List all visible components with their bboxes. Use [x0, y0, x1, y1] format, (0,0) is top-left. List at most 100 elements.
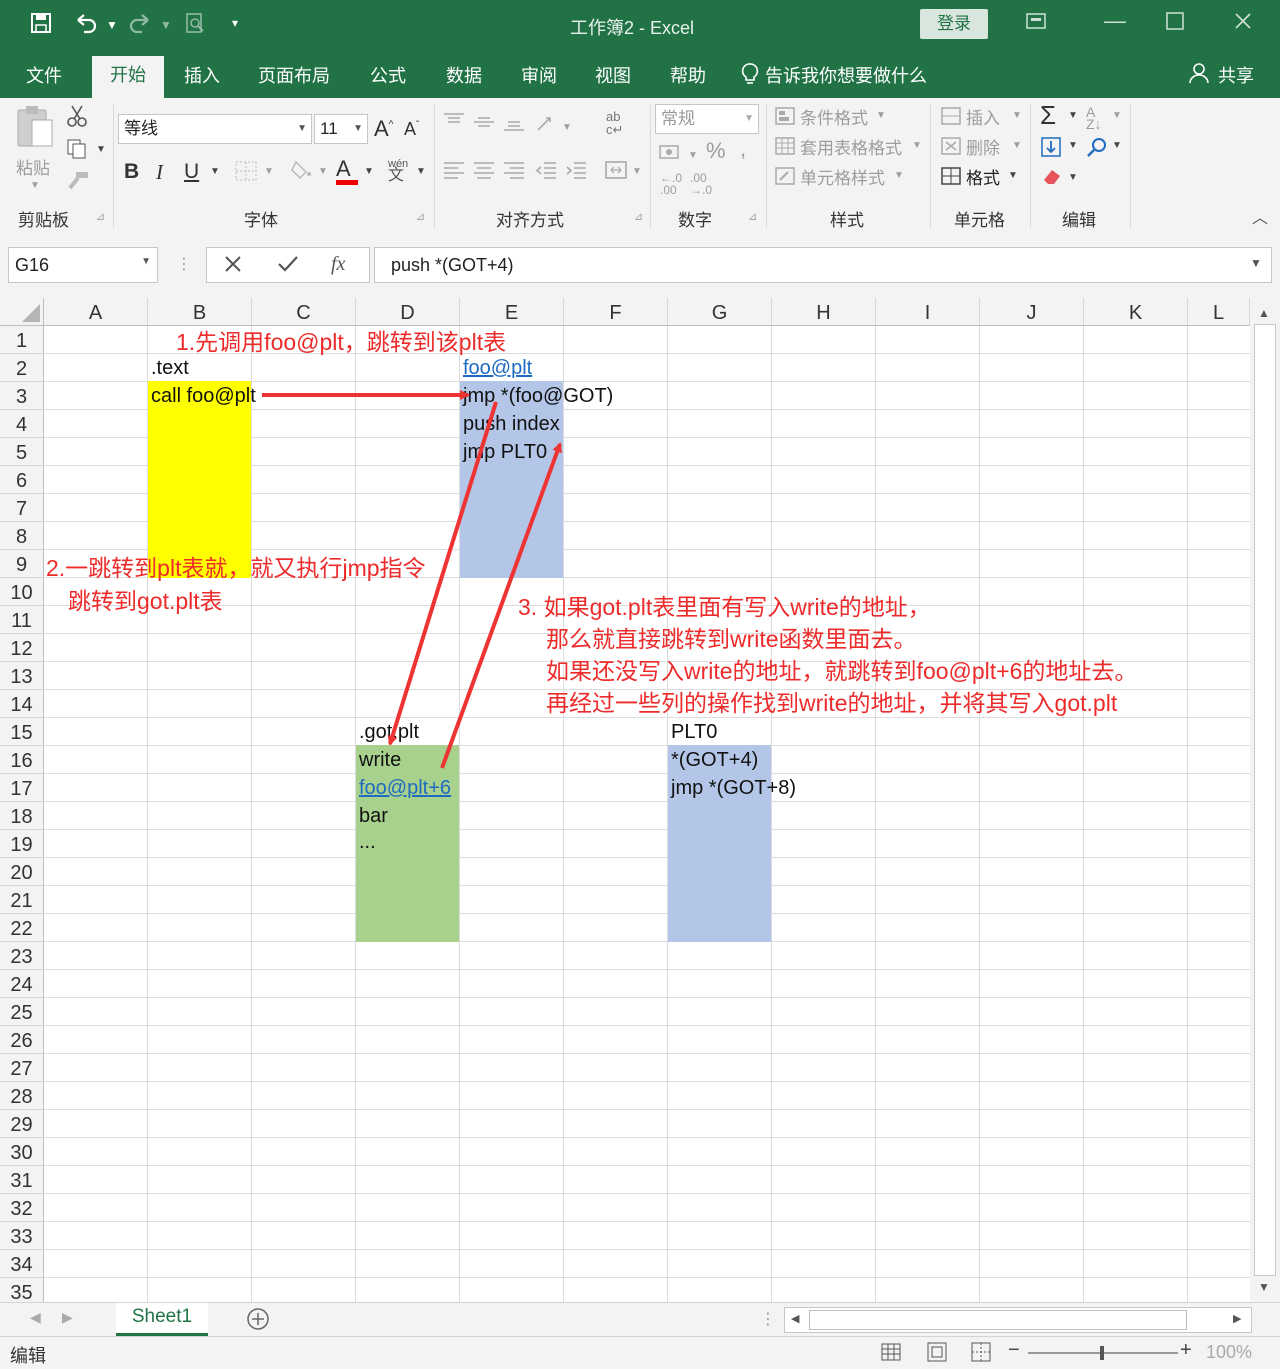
find-dropdown-icon[interactable]: ▼: [1112, 140, 1122, 151]
insert-function-button[interactable]: fx: [331, 253, 345, 276]
tab-splitter-icon[interactable]: ⋮: [760, 1309, 776, 1329]
formula-input[interactable]: push *(GOT+4): [374, 247, 1272, 283]
scroll-down-icon[interactable]: ▼: [1258, 1280, 1270, 1294]
row-header-17[interactable]: 17: [0, 774, 44, 802]
align-middle-icon[interactable]: [472, 112, 496, 137]
cell-E4[interactable]: push index: [463, 410, 560, 438]
tell-me-search[interactable]: 告诉我你想要做什么: [765, 62, 927, 88]
sort-filter-icon[interactable]: A Z↓: [1086, 105, 1102, 131]
zoom-slider-thumb[interactable]: [1100, 1346, 1104, 1360]
prev-sheet-icon[interactable]: ◀: [30, 1309, 41, 1326]
align-center-icon[interactable]: [472, 160, 496, 187]
zoom-in-icon[interactable]: +: [1180, 1339, 1192, 1362]
scroll-up-icon[interactable]: ▲: [1258, 306, 1270, 320]
row-header-6[interactable]: 6: [0, 466, 44, 494]
worksheet-grid[interactable]: ABCDEFGHIJKL 1 2 3 4 5 6 7 8 9 10 11 12 13 14 15 16 17 18…: [0, 298, 1280, 1306]
annotation-step3-line1[interactable]: 3. 如果got.plt表里面有写入write的地址，: [518, 591, 931, 623]
delete-dropdown-icon[interactable]: ▼: [1012, 140, 1022, 151]
row-header-25[interactable]: 25: [0, 998, 44, 1026]
zoom-level[interactable]: 100%: [1206, 1342, 1252, 1363]
scroll-right-icon[interactable]: ▶: [1233, 1312, 1241, 1325]
cell-D15[interactable]: .got.plt: [359, 718, 419, 746]
column-header-B[interactable]: B: [148, 298, 252, 326]
bold-button[interactable]: B: [124, 160, 139, 184]
borders-icon[interactable]: [234, 160, 258, 187]
align-right-icon[interactable]: [502, 160, 526, 187]
underline-button[interactable]: U: [184, 160, 199, 184]
decrease-indent-icon[interactable]: [534, 160, 558, 187]
cell-G17[interactable]: jmp *(GOT+8): [671, 774, 796, 802]
increase-decimal-icon[interactable]: ←.0.00: [660, 172, 682, 196]
name-box[interactable]: G16 ▼: [8, 247, 158, 283]
minimize-icon[interactable]: —: [1104, 8, 1126, 34]
ribbon-display-options-icon[interactable]: [1026, 12, 1046, 35]
format-cells-icon[interactable]: [940, 166, 962, 191]
page-layout-view-icon[interactable]: [926, 1341, 948, 1368]
font-name-select[interactable]: 等线 ▼: [118, 114, 312, 144]
row-header-20[interactable]: 20: [0, 858, 44, 886]
tab-home[interactable]: 开始: [92, 56, 164, 98]
accounting-format-icon[interactable]: [658, 142, 684, 169]
annotation-step2-line1[interactable]: 2.一跳转到plt表就，就又执行jmp指令: [46, 552, 426, 584]
redo-dropdown-icon[interactable]: ▼: [160, 18, 172, 32]
cell-E5[interactable]: jmp PLT0: [463, 438, 547, 466]
horizontal-scrollbar[interactable]: ◀ ▶: [784, 1307, 1252, 1333]
font-color-icon[interactable]: A: [336, 156, 351, 182]
row-header-15[interactable]: 15: [0, 718, 44, 746]
tab-formulas[interactable]: 公式: [370, 62, 406, 88]
row-header-8[interactable]: 8: [0, 522, 44, 550]
copy-dropdown-icon[interactable]: ▼: [96, 144, 106, 155]
row-header-1[interactable]: 1: [0, 326, 44, 354]
format-painter-icon[interactable]: [66, 170, 90, 197]
conditional-dropdown-icon[interactable]: ▼: [876, 110, 886, 121]
cell-D16[interactable]: write: [359, 746, 401, 774]
column-header-A[interactable]: A: [44, 298, 148, 326]
row-header-33[interactable]: 33: [0, 1222, 44, 1250]
row-header-18[interactable]: 18: [0, 802, 44, 830]
decrease-decimal-icon[interactable]: .00 →.0: [690, 172, 712, 196]
copy-icon[interactable]: [66, 138, 90, 165]
font-launcher-icon[interactable]: ⊿: [416, 210, 425, 223]
row-header-24[interactable]: 24: [0, 970, 44, 998]
conditional-formatting-icon[interactable]: [774, 106, 796, 131]
paste-label[interactable]: 粘贴: [16, 154, 50, 179]
accounting-dropdown-icon[interactable]: ▼: [688, 150, 698, 161]
cell-styles-dropdown-icon[interactable]: ▼: [894, 170, 904, 181]
cell-B2[interactable]: .text: [151, 354, 189, 382]
underline-dropdown-icon[interactable]: ▼: [210, 166, 220, 177]
select-all-corner[interactable]: [0, 298, 44, 326]
column-header-G[interactable]: G: [668, 298, 772, 326]
insert-dropdown-icon[interactable]: ▼: [1012, 110, 1022, 121]
align-bottom-icon[interactable]: [502, 112, 526, 137]
cell-D19[interactable]: ...: [359, 828, 376, 856]
column-header-I[interactable]: I: [876, 298, 980, 326]
delete-cells-icon[interactable]: [940, 136, 962, 161]
row-header-7[interactable]: 7: [0, 494, 44, 522]
row-header-5[interactable]: 5: [0, 438, 44, 466]
column-header-J[interactable]: J: [980, 298, 1084, 326]
redo-icon[interactable]: [128, 12, 152, 40]
column-header-D[interactable]: D: [356, 298, 460, 326]
format-table-dropdown-icon[interactable]: ▼: [912, 140, 922, 151]
row-header-14[interactable]: 14: [0, 690, 44, 718]
increase-indent-icon[interactable]: [564, 160, 588, 187]
row-header-23[interactable]: 23: [0, 942, 44, 970]
merge-center-icon[interactable]: [604, 158, 628, 187]
autosum-dropdown-icon[interactable]: ▼: [1068, 110, 1078, 121]
fill-down-icon[interactable]: [1040, 136, 1062, 163]
clipboard-launcher-icon[interactable]: ⊿: [96, 210, 105, 223]
row-header-26[interactable]: 26: [0, 1026, 44, 1054]
share-person-icon[interactable]: [1188, 62, 1210, 89]
comma-style-button[interactable]: ,: [740, 136, 746, 162]
row-header-13[interactable]: 13: [0, 662, 44, 690]
maximize-icon[interactable]: [1166, 12, 1184, 35]
login-button[interactable]: 登录: [920, 9, 988, 39]
row-header-34[interactable]: 34: [0, 1250, 44, 1278]
cell-E3[interactable]: jmp *(foo@GOT): [463, 382, 613, 410]
collapse-ribbon-icon[interactable]: ︿: [1252, 204, 1268, 228]
row-header-21[interactable]: 21: [0, 886, 44, 914]
annotation-step1[interactable]: 1.先调用foo@plt，跳转到该plt表: [176, 326, 506, 358]
row-header-28[interactable]: 28: [0, 1082, 44, 1110]
fill-dropdown-icon[interactable]: ▼: [1068, 140, 1078, 151]
cell-styles-button[interactable]: 单元格样式: [800, 164, 885, 189]
